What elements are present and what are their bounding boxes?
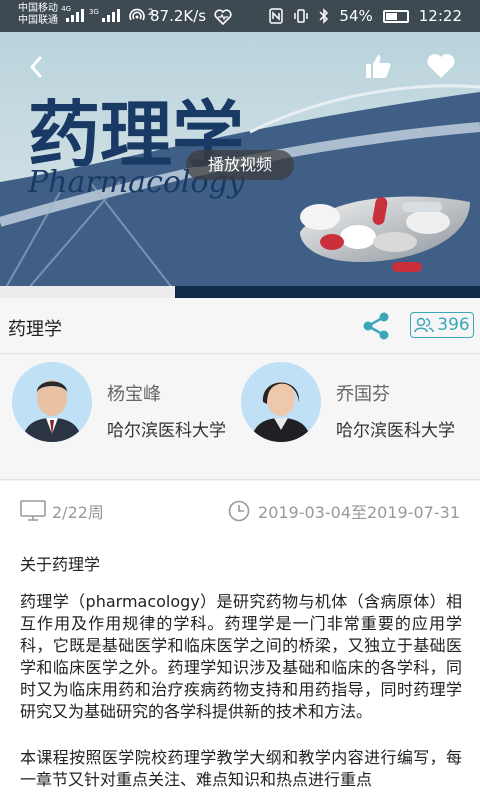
video-progress-fill bbox=[0, 286, 176, 298]
date-range: 2019-03-04至2019-07-31 bbox=[258, 503, 460, 522]
carrier1-label: 中国移动 bbox=[18, 3, 58, 14]
teacher-list: 杨宝峰 哈尔滨医科大学 乔国芬 哈尔滨医科大学 bbox=[0, 355, 480, 480]
week-info: 2/22周 bbox=[20, 499, 104, 523]
teacher-avatar bbox=[12, 362, 92, 442]
people-icon bbox=[414, 317, 435, 333]
bluetooth-icon bbox=[319, 8, 329, 24]
teacher-name: 乔国芬 bbox=[336, 384, 390, 405]
video-progress-bar[interactable] bbox=[0, 286, 480, 298]
date-info: 2019-03-04至2019-07-31 bbox=[228, 499, 460, 523]
heart-favorite-icon[interactable] bbox=[426, 52, 456, 80]
battery-percent: 54% bbox=[339, 7, 373, 25]
carrier-info: 中国移动 4G 中国联通 bbox=[18, 3, 71, 27]
teacher-school: 哈尔滨医科大学 bbox=[107, 421, 226, 441]
member-count: 396 bbox=[437, 315, 470, 335]
teacher-name: 杨宝峰 bbox=[107, 384, 161, 405]
carrier2-label: 中国联通 bbox=[18, 15, 58, 26]
health-heart-icon bbox=[214, 9, 232, 25]
intro-paragraph: 药理学（pharmacology）是研究药物与机体（含病原体）相互作用及作用规律… bbox=[20, 592, 462, 721]
course-title-bar: 药理学 396 bbox=[0, 298, 480, 354]
clock: 12:22 bbox=[418, 7, 462, 25]
battery-icon bbox=[382, 9, 409, 23]
signal-icon: 3G 2 bbox=[66, 8, 154, 22]
network2-label: 3G bbox=[89, 8, 99, 16]
intro-heading: 关于药理学 bbox=[20, 555, 101, 574]
intro-paragraph: 本课程按照医学院校药理学教学大纲和教学内容进行编写，每一章节又针对重点关注、难点… bbox=[20, 748, 462, 789]
network-speed: 87.2K/s bbox=[150, 7, 207, 25]
course-intro: 2/22周 2019-03-04至2019-07-31 关于药理学 药理学（ph… bbox=[0, 481, 480, 800]
monitor-icon bbox=[20, 500, 46, 521]
back-arrow-icon[interactable] bbox=[22, 52, 52, 82]
hotspot-icon bbox=[129, 8, 145, 21]
clock-icon bbox=[228, 500, 250, 522]
teacher-card[interactable]: 乔国芬 哈尔滨医科大学 bbox=[229, 362, 469, 448]
course-title: 药理学 bbox=[8, 319, 62, 340]
play-video-button[interactable]: 播放视频 bbox=[186, 150, 294, 180]
nfc-icon bbox=[269, 8, 284, 24]
status-bar: 中国移动 4G 中国联通 3G 2 87.2K/s 54% 12:22 bbox=[0, 0, 480, 32]
week-progress: 2/22周 bbox=[52, 503, 104, 522]
teacher-card[interactable]: 杨宝峰 哈尔滨医科大学 bbox=[0, 362, 240, 448]
thumbs-up-icon[interactable] bbox=[364, 52, 392, 80]
member-count-badge[interactable]: 396 bbox=[410, 312, 474, 338]
teacher-school: 哈尔滨医科大学 bbox=[336, 421, 455, 441]
course-meta: 2/22周 2019-03-04至2019-07-31 bbox=[0, 499, 480, 529]
vibrate-icon bbox=[294, 9, 309, 23]
share-icon[interactable] bbox=[360, 310, 392, 342]
teacher-avatar bbox=[241, 362, 321, 442]
